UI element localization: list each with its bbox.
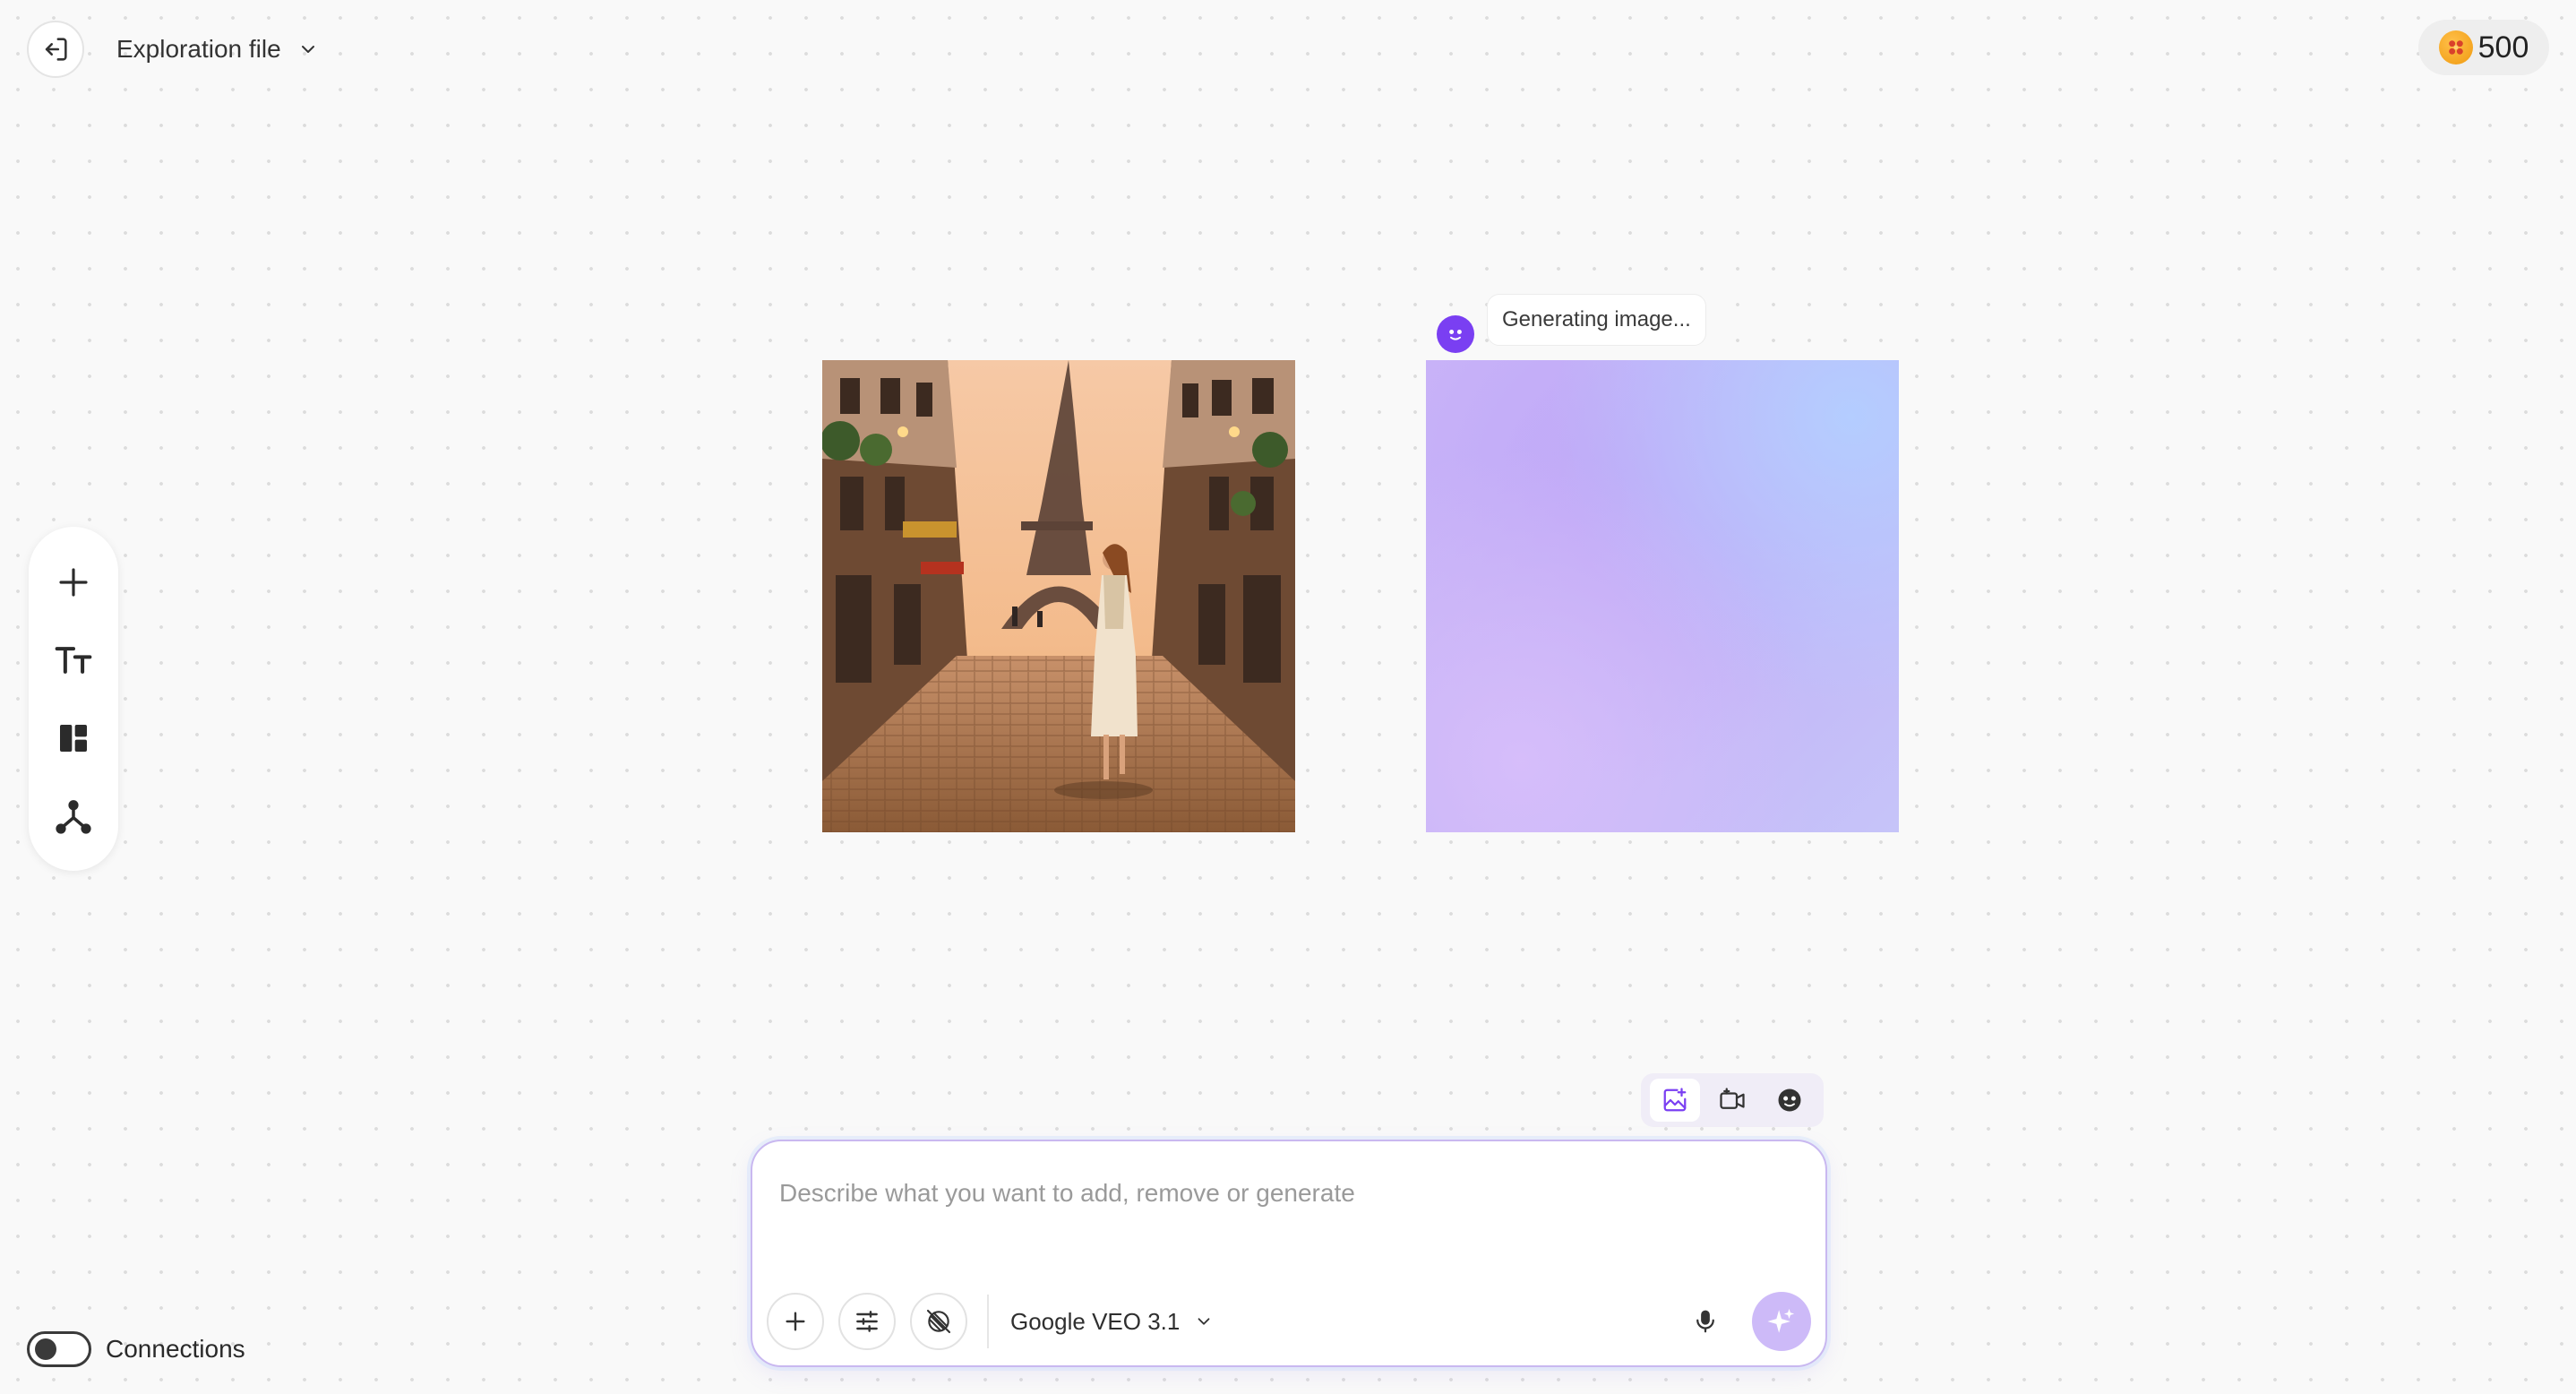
sliders-icon — [853, 1307, 881, 1336]
generate-button[interactable] — [1752, 1292, 1811, 1351]
prompt-controls: Google VEO 3.1 — [767, 1292, 1811, 1351]
image-generate-icon — [1662, 1087, 1688, 1114]
generating-status-chip: Generating image... — [1487, 294, 1706, 346]
layout-tool-button[interactable] — [45, 710, 102, 767]
exit-button[interactable] — [27, 21, 84, 78]
generating-image-placeholder — [1426, 360, 1899, 832]
credits-badge[interactable]: 500 — [2418, 20, 2549, 75]
text-tool-button[interactable] — [45, 632, 102, 689]
voice-input-button[interactable] — [1680, 1296, 1730, 1347]
connections-label: Connections — [106, 1335, 245, 1363]
microphone-icon — [1692, 1308, 1719, 1335]
no-style-icon — [924, 1307, 953, 1336]
prompt-input[interactable] — [779, 1166, 1791, 1220]
plus-icon — [55, 564, 92, 601]
source-image[interactable] — [822, 360, 1295, 832]
connect-tool-button[interactable] — [45, 787, 102, 845]
chevron-down-icon — [1194, 1312, 1214, 1331]
model-name: Google VEO 3.1 — [1010, 1307, 1181, 1335]
node-branch-icon — [55, 797, 92, 835]
file-menu[interactable]: Exploration file — [116, 27, 319, 72]
style-button[interactable] — [910, 1293, 967, 1350]
sparkle-icon — [1766, 1306, 1797, 1337]
toggle-knob — [35, 1338, 56, 1360]
dashboard-layout-icon — [56, 720, 91, 756]
text-size-icon — [54, 641, 93, 680]
connections-toggle[interactable] — [27, 1331, 91, 1367]
image-mode-button[interactable] — [1650, 1079, 1700, 1122]
coin-icon — [2438, 30, 2473, 65]
connections-toggle-group: Connections — [27, 1329, 245, 1369]
settings-button[interactable] — [838, 1293, 896, 1350]
model-select[interactable]: Google VEO 3.1 — [1010, 1308, 1214, 1336]
avatar-face-icon — [1776, 1087, 1803, 1114]
attach-button[interactable] — [767, 1293, 824, 1350]
avatar-mode-button[interactable] — [1765, 1079, 1815, 1122]
prompt-composer: Google VEO 3.1 — [751, 1140, 1827, 1367]
video-mode-button[interactable] — [1707, 1079, 1757, 1122]
file-name: Exploration file — [116, 35, 281, 63]
divider — [987, 1295, 989, 1348]
generating-label: Generating image... — [1502, 307, 1691, 331]
photo-eiffel-street — [822, 360, 1295, 832]
mode-switcher — [1641, 1073, 1824, 1127]
exit-arrow-icon — [40, 34, 71, 65]
plus-icon — [781, 1307, 810, 1336]
ai-avatar-icon — [1437, 315, 1474, 353]
credits-count: 500 — [2477, 30, 2529, 65]
video-generate-icon — [1719, 1087, 1746, 1114]
left-toolbar — [29, 527, 118, 871]
chevron-down-icon — [297, 39, 319, 60]
add-button[interactable] — [45, 554, 102, 611]
